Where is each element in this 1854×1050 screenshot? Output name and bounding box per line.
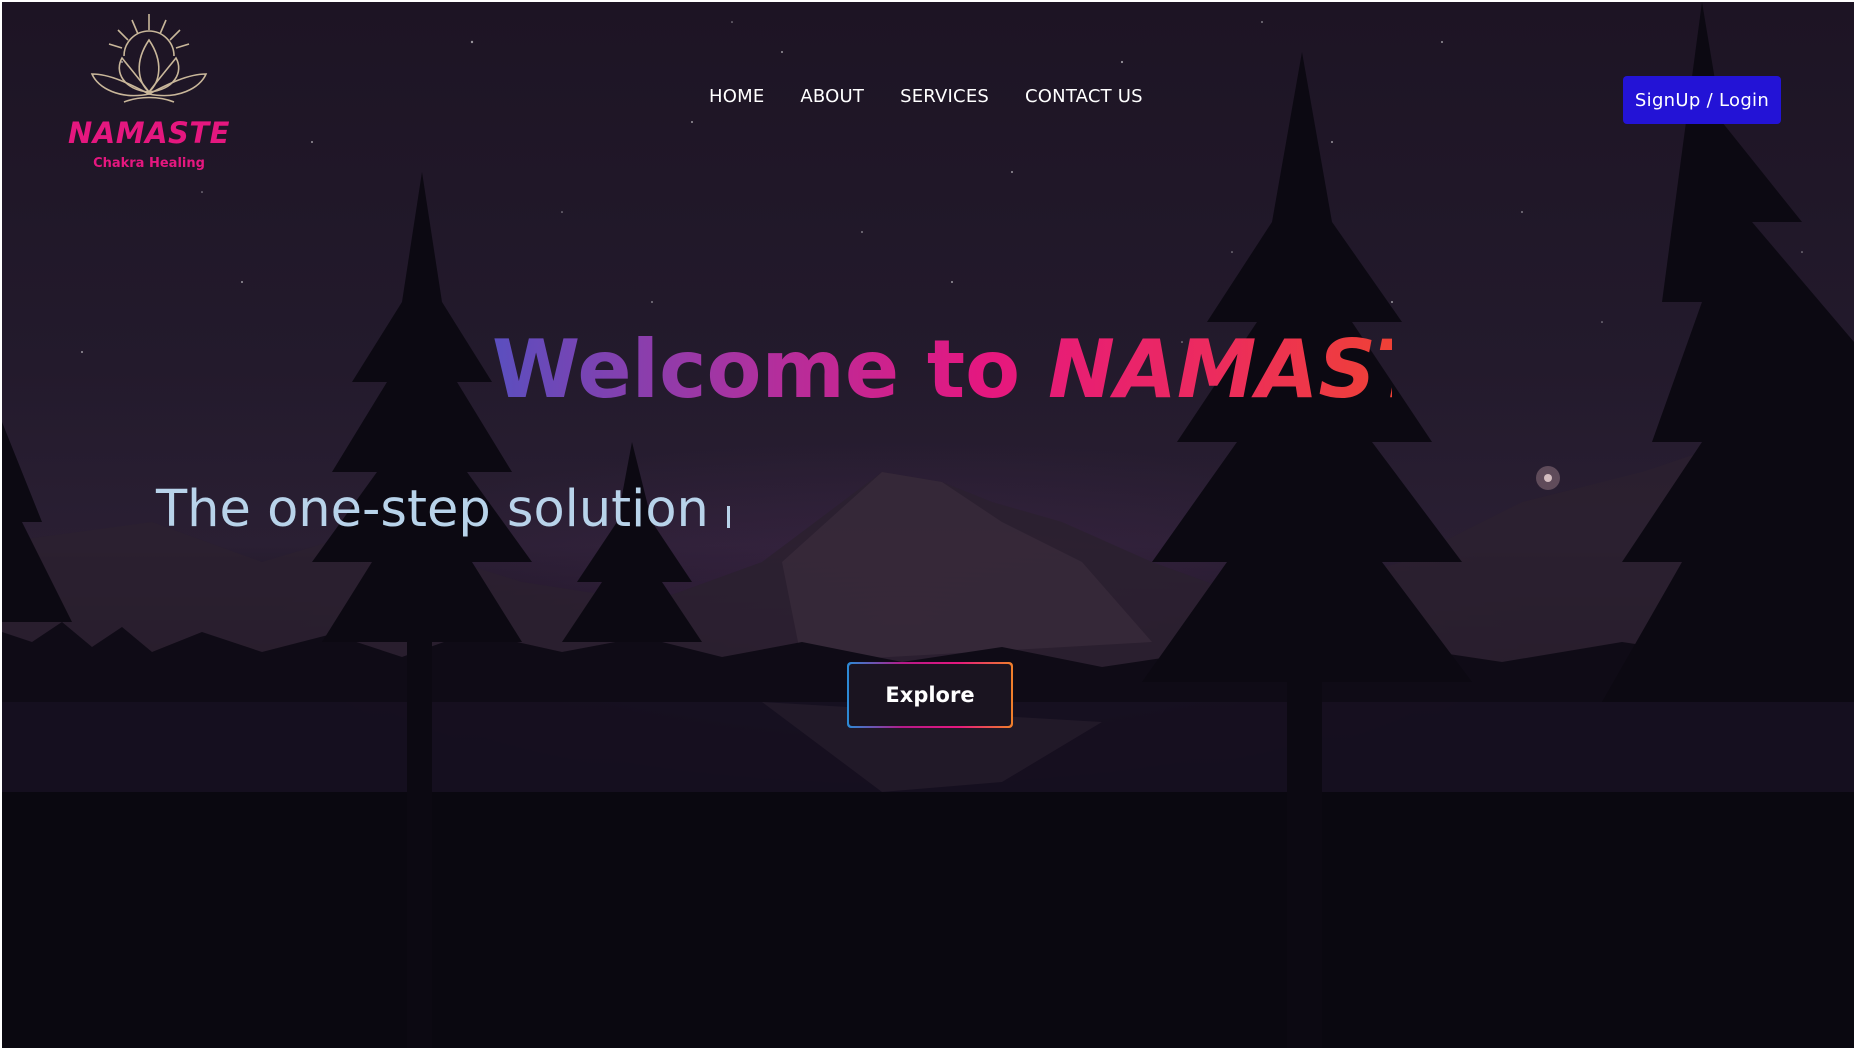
nav-services[interactable]: SERVICES <box>900 86 989 107</box>
nav-about[interactable]: ABOUT <box>800 86 864 107</box>
welcome-prefix: Welcome to <box>492 323 1021 416</box>
brand-subtitle: Chakra Healing <box>93 156 205 171</box>
lotus-sun-icon <box>90 14 208 103</box>
signup-login-button[interactable]: SignUp / Login <box>1623 76 1781 124</box>
nav-home[interactable]: HOME <box>709 86 764 107</box>
hero-tagline: The one-step solution <box>156 480 730 539</box>
explore-button[interactable]: Explore <box>847 662 1013 728</box>
brand-name: NAMASTE <box>68 116 230 150</box>
main-nav: HOME ABOUT SERVICES CONTACT US <box>709 86 1143 107</box>
hero-section: NAMASTE Chakra Healing HOME ABOUT SERVIC… <box>2 2 1854 1048</box>
tagline-text: The one-step solution <box>156 480 709 539</box>
brand-logo[interactable]: NAMASTE Chakra Healing <box>64 12 234 192</box>
welcome-heading: Welcome to NAMASTE <box>492 320 1392 420</box>
nav-contact-us[interactable]: CONTACT US <box>1025 86 1143 107</box>
explore-button-label: Explore <box>849 664 1011 726</box>
typing-cursor <box>726 506 730 528</box>
welcome-brand: NAMASTE <box>1047 323 1486 416</box>
